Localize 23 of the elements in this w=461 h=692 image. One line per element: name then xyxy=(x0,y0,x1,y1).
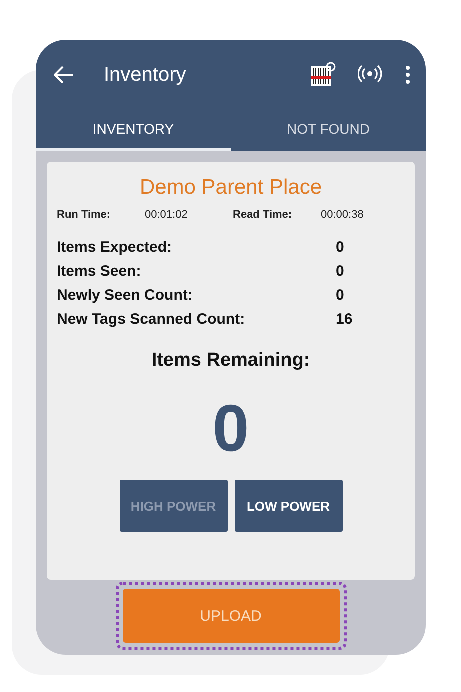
stat-value: 0 xyxy=(336,263,346,280)
remaining-label: Items Remaining: xyxy=(152,350,310,372)
time-value: 00:01:02 xyxy=(145,209,189,221)
time-value: 00:00:38 xyxy=(321,209,365,221)
stat-value: 16 xyxy=(336,311,354,328)
stat-value: 0 xyxy=(336,239,346,256)
power-button[interactable]: LOW POWER xyxy=(234,480,342,532)
stat-label: Items Seen: xyxy=(57,263,142,280)
stat-label: New Tags Scanned Count: xyxy=(57,311,246,328)
place-title: Demo Parent Place xyxy=(140,176,322,200)
rfid-signal-icon[interactable] xyxy=(358,65,382,85)
time-label: Run Time: xyxy=(57,209,112,221)
app-title: Inventory xyxy=(104,64,188,86)
stat-label: Newly Seen Count: xyxy=(57,287,194,304)
stat-value: 0 xyxy=(336,287,346,304)
more-menu-icon[interactable] xyxy=(406,66,410,84)
stat-label: Items Expected: xyxy=(57,239,174,256)
remaining-count: 0 xyxy=(212,390,250,466)
back-arrow-icon[interactable] xyxy=(54,66,74,84)
tab[interactable]: NOT FOUND xyxy=(231,110,426,151)
barcode-scanner-icon[interactable] xyxy=(310,62,336,88)
time-label: Read Time: xyxy=(233,209,294,221)
tab[interactable]: INVENTORY xyxy=(36,110,231,151)
